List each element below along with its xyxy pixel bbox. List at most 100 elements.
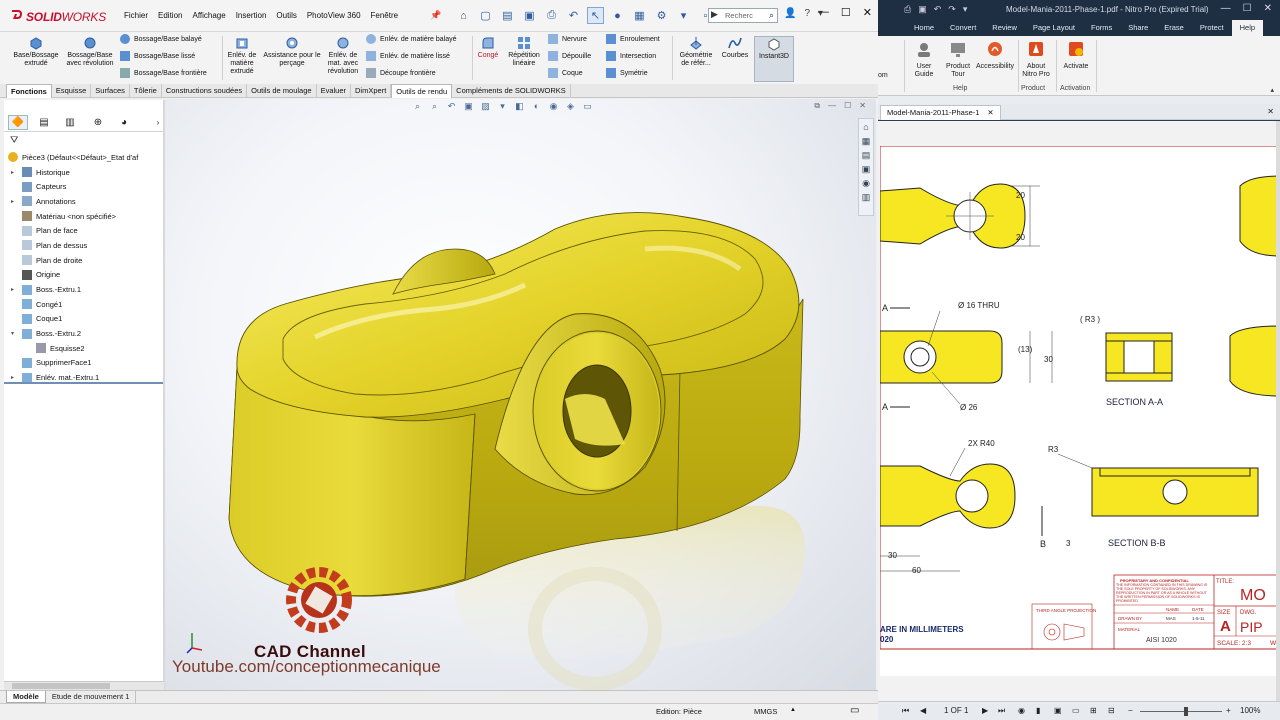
pin-menu-icon[interactable]: 📌	[430, 10, 441, 21]
nitro-save-icon[interactable]: ▣	[918, 4, 927, 15]
nitro-close-icon[interactable]: ✕	[1264, 3, 1272, 14]
help-icon[interactable]: ?	[804, 8, 810, 19]
fit-page-icon[interactable]: ▭	[1072, 706, 1080, 715]
nitro-tab-erase[interactable]: Erase	[1156, 20, 1192, 36]
search-icon[interactable]: ⌕	[769, 10, 774, 21]
instant3d-button[interactable]: Instant3D	[754, 36, 794, 82]
expand-chevron-icon[interactable]: ▸	[11, 198, 14, 205]
undo-icon[interactable]: ↶	[565, 7, 582, 24]
nitro-tab-forms[interactable]: Forms	[1083, 20, 1120, 36]
nitro-redo-icon[interactable]: ↷	[948, 4, 956, 15]
tree-item[interactable]: ▸ Annotations	[4, 194, 164, 209]
tree-item[interactable]: Esquisse2	[4, 341, 164, 356]
filter-icon[interactable]: ⛛	[10, 135, 18, 146]
tab-outils-rendu[interactable]: Outils de rendu	[391, 84, 453, 98]
enroulement-button[interactable]: Enroulement	[606, 34, 660, 44]
tab-outils-moulage[interactable]: Outils de moulage	[247, 84, 317, 98]
tree-item[interactable]: Coque1	[4, 312, 164, 327]
bossage-revolution-button[interactable]: Bossage/Base avec révolution	[64, 36, 116, 68]
expand-chevron-icon[interactable]: ▸	[11, 169, 14, 176]
base-bossage-extrude-button[interactable]: Base/Bossage extrudé	[10, 36, 62, 68]
tab-modele[interactable]: Modèle	[6, 691, 46, 703]
tree-horizontal-scrollbar[interactable]	[4, 681, 164, 690]
enlev-lisse-button[interactable]: Enlév. de matière lissé	[366, 51, 450, 61]
assistance-percage-button[interactable]: Assistance pour le perçage	[262, 36, 322, 68]
tree-item[interactable]: ▸ Historique	[4, 165, 164, 180]
expand-chevron-icon[interactable]: ▸	[11, 286, 14, 293]
document-tabs-close-icon[interactable]: ✕	[1267, 107, 1274, 116]
tree-item[interactable]: Congé1	[4, 297, 164, 312]
tree-item[interactable]: Plan de face	[4, 223, 164, 238]
back-icon[interactable]: ◉	[1018, 706, 1025, 715]
rollback-bar[interactable]	[4, 382, 164, 384]
tab-esquisse[interactable]: Esquisse	[52, 84, 92, 98]
menu-fichier[interactable]: Fichier	[124, 11, 148, 20]
menu-affichage[interactable]: Affichage	[192, 11, 225, 20]
play-icon[interactable]: ▮	[1036, 706, 1040, 715]
zoom-in-icon[interactable]: +	[1226, 706, 1231, 715]
nitro-chevron-down-icon[interactable]: ▾	[963, 4, 968, 15]
nitro-minimize-icon[interactable]: —	[1221, 3, 1231, 14]
feature-manager-tab-icon[interactable]: 🔶	[8, 115, 28, 130]
nitro-tab-review[interactable]: Review	[984, 20, 1025, 36]
status-options-icon[interactable]: ▭	[850, 705, 859, 716]
nitro-tab-help[interactable]: Help	[1231, 20, 1264, 36]
new-document-icon[interactable]: ▢	[477, 7, 494, 24]
custom-properties-icon[interactable]: ▥	[860, 191, 872, 203]
zoom-slider[interactable]	[1140, 711, 1222, 712]
conge-button[interactable]: Congé	[474, 36, 502, 60]
tree-item[interactable]: ▾ Boss.-Extru.2	[4, 326, 164, 341]
tree-item[interactable]: SupprimerFace1	[4, 356, 164, 371]
save-icon[interactable]: ▣	[521, 7, 538, 24]
property-manager-tab-icon[interactable]: ▤	[34, 115, 54, 130]
zoom-level[interactable]: 100%	[1240, 706, 1260, 715]
nitro-tab-page-layout[interactable]: Page Layout	[1025, 20, 1083, 36]
depouille-button[interactable]: Dépouille	[548, 51, 591, 61]
tree-item[interactable]: Capteurs	[4, 179, 164, 194]
courbes-button[interactable]: Courbes	[718, 36, 752, 60]
file-properties-icon[interactable]: ▦	[631, 7, 648, 24]
user-icon[interactable]: 👤	[784, 8, 796, 19]
tree-item[interactable]: Origine	[4, 268, 164, 283]
pdf-viewer-area[interactable]: 20 20 A Ø 16 THRU (13) 30 Ø 26 A (R3) …	[878, 121, 1280, 701]
enlev-revolution-button[interactable]: Enlév. de mat. avec révolution	[324, 36, 362, 76]
solidworks-logo[interactable]: SOLIDWORKS	[10, 8, 106, 24]
bossage-frontiere-button[interactable]: Bossage/Base frontière	[120, 68, 207, 78]
graphics-area[interactable]: ⌕ ⌕ ↶ ▣ ▨ ▾ ◧ ◐ ◉ ◈ ▭ ⧉ — ☐ ✕	[165, 99, 876, 690]
configuration-manager-tab-icon[interactable]: ▥	[60, 115, 80, 130]
product-tour-button[interactable]: Product Tour	[942, 40, 974, 79]
nitro-maximize-icon[interactable]: ☐	[1243, 3, 1252, 14]
zoom-out-icon[interactable]: −	[1128, 706, 1133, 715]
last-page-icon[interactable]: ⏭	[998, 706, 1005, 716]
first-page-icon[interactable]: ⏮	[902, 706, 909, 716]
scrollbar-thumb[interactable]	[12, 683, 110, 689]
tree-item[interactable]: Plan de dessus	[4, 238, 164, 253]
minimize-icon[interactable]: —	[818, 6, 829, 19]
tab-tolerie[interactable]: Tôlerie	[130, 84, 162, 98]
enlev-balaye-button[interactable]: Enlév. de matière balayé	[366, 34, 457, 44]
tab-dimxpert[interactable]: DimXpert	[351, 84, 392, 98]
print-icon[interactable]: ⎙	[543, 7, 560, 24]
nitro-tab-home[interactable]: Home	[906, 20, 942, 36]
close-icon[interactable]: ✕	[863, 6, 872, 19]
tree-item[interactable]: Pièce3 (Défaut<<Défaut>_Etat d'af	[4, 150, 164, 165]
search-input[interactable]: ▶ Recherc ⌕	[708, 8, 778, 23]
page-indicator[interactable]: 1 OF 1	[944, 706, 968, 715]
nitro-print-icon[interactable]: ⎙	[904, 4, 911, 15]
continuous-icon[interactable]: ⊟	[1108, 706, 1115, 715]
design-library-icon[interactable]: ▦	[860, 135, 872, 147]
nitro-tab-protect[interactable]: Protect	[1192, 20, 1232, 36]
fit-width-icon[interactable]: ⊞	[1090, 706, 1097, 715]
nitro-tab-convert[interactable]: Convert	[942, 20, 984, 36]
menu-outils[interactable]: Outils	[276, 11, 296, 20]
tab-etude-mouvement[interactable]: Etude de mouvement 1	[46, 691, 137, 703]
coque-button[interactable]: Coque	[548, 68, 583, 78]
open-folder-icon[interactable]: ▤	[499, 7, 516, 24]
nitro-tab-share[interactable]: Share	[1120, 20, 1156, 36]
menu-fenetre[interactable]: Fenêtre	[371, 11, 399, 20]
symetrie-button[interactable]: Symétrie	[606, 68, 648, 78]
status-units[interactable]: MMGS	[754, 707, 777, 716]
enlev-extrude-button[interactable]: Enlév. de matière extrudé	[224, 36, 260, 76]
ribbon-collapse-icon[interactable]: ▴	[1270, 86, 1274, 94]
zoom-slider-thumb[interactable]	[1184, 707, 1188, 716]
